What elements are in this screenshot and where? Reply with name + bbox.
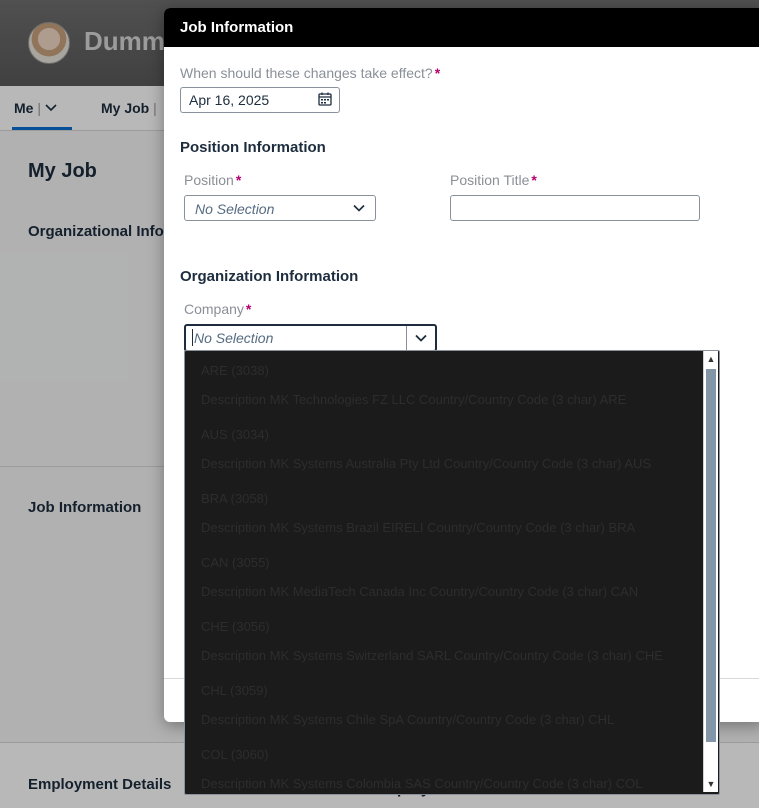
scroll-down-icon[interactable]: ▼ <box>706 779 716 789</box>
company-dropdown-list: ARE (3038) Description MK Technologies FZ… <box>184 350 720 795</box>
calendar-icon[interactable] <box>318 92 332 106</box>
list-item[interactable]: AUS (3034) Description MK Systems Austral… <box>201 427 651 471</box>
position-select-value: No Selection <box>195 201 275 217</box>
scroll-up-icon[interactable]: ▲ <box>706 354 716 364</box>
chevron-down-icon <box>415 334 427 342</box>
company-label: Company * <box>184 301 252 317</box>
effective-date-input[interactable]: Apr 16, 2025 <box>180 87 340 113</box>
list-item[interactable]: ARE (3038) Description MK Technologies FZ… <box>201 363 626 407</box>
scroll-thumb[interactable] <box>706 369 716 742</box>
effective-date-value: Apr 16, 2025 <box>189 92 270 108</box>
position-select[interactable]: No Selection <box>184 195 376 221</box>
chevron-down-icon <box>353 204 365 212</box>
text-caret <box>192 329 193 346</box>
company-select[interactable]: No Selection <box>184 324 437 352</box>
position-label: Position * <box>184 172 242 188</box>
organization-information-title: Organization Information <box>180 268 359 285</box>
position-information-title: Position Information <box>180 139 326 156</box>
dropdown-scrollbar[interactable]: ▲ ▼ <box>703 351 718 792</box>
dialog-title: Job Information <box>164 8 759 47</box>
list-item[interactable]: COL (3060) Description MK Systems Colombi… <box>201 747 642 791</box>
company-select-value: No Selection <box>194 330 274 346</box>
position-title-input[interactable] <box>450 195 700 221</box>
effective-date-label: When should these changes take effect? * <box>180 65 441 81</box>
position-title-label: Position Title * <box>450 172 537 188</box>
list-item[interactable]: CHL (3059) Description MK Systems Chile S… <box>201 683 614 727</box>
company-dropdown-button[interactable] <box>406 326 435 350</box>
list-item[interactable]: CAN (3055) Description MK MediaTech Canad… <box>201 555 638 599</box>
list-item[interactable]: CHE (3056) Description MK Systems Switzer… <box>201 619 663 663</box>
list-item[interactable]: BRA (3058) Description MK Systems Brazil … <box>201 491 635 535</box>
